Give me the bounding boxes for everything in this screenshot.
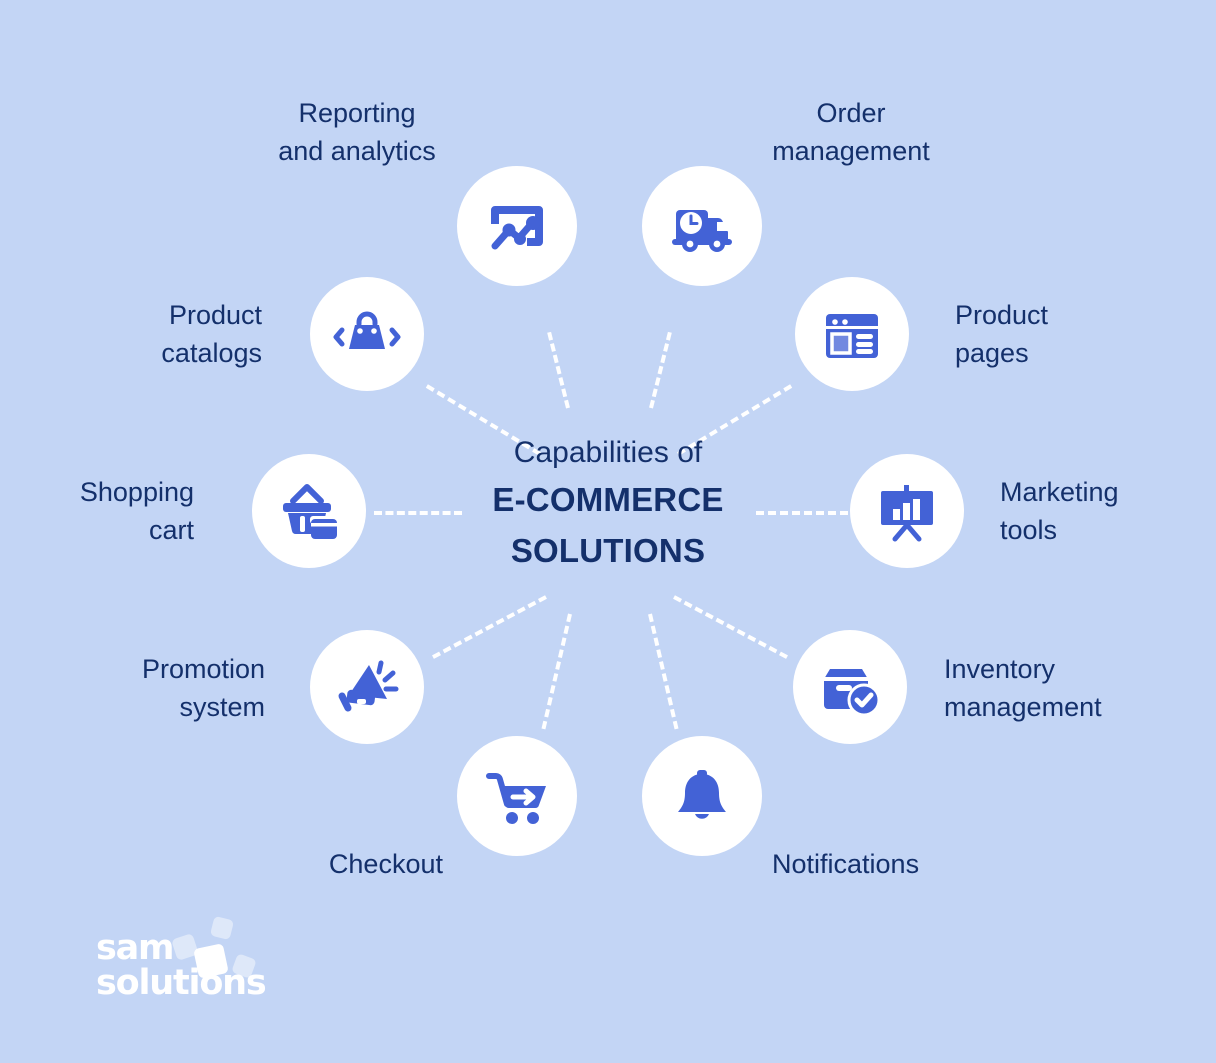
node-label-promotion-system: Promotion system	[141, 654, 265, 722]
center-label-group: Capabilities of E-COMMERCE SOLUTIONS	[408, 432, 808, 576]
node-circle-notifications[interactable]	[642, 736, 762, 856]
center-title-line1: E-COMMERCE	[492, 481, 724, 518]
connector-line-checkout	[541, 613, 572, 730]
node-label-marketing-tools: Marketing tools	[1000, 477, 1119, 545]
node-circle-shopping-cart[interactable]	[252, 454, 366, 568]
node-label-order-management: Order management	[772, 98, 930, 166]
connector-line-inventory-management	[673, 595, 788, 659]
node-circle-product-catalogs[interactable]	[310, 277, 424, 391]
connector-line-reporting-and-analytics	[547, 331, 570, 409]
node-circle-promotion-system[interactable]	[310, 630, 424, 744]
node-circle-checkout[interactable]	[457, 736, 577, 856]
center-subtitle: Capabilities of	[513, 436, 703, 469]
logo-line-solutions: solutions	[96, 963, 267, 1003]
chart-board-icon	[485, 194, 549, 258]
box-check-icon	[818, 655, 882, 719]
connector-line-notifications	[648, 613, 679, 730]
infographic-canvas: Capabilities of E-COMMERCE SOLUTIONS Rep…	[0, 0, 1216, 1063]
node-label-checkout: Checkout	[328, 849, 443, 879]
delivery-truck-clock-icon	[670, 194, 734, 258]
node-circle-reporting-and-analytics[interactable]	[457, 166, 577, 286]
node-circle-order-management[interactable]	[642, 166, 762, 286]
node-circle-marketing-tools[interactable]	[850, 454, 964, 568]
basket-package-icon	[277, 479, 341, 543]
node-label-product-pages: Product pages	[955, 300, 1049, 368]
node-circle-inventory-management[interactable]	[793, 630, 907, 744]
node-label-product-catalogs: Product catalogs	[161, 300, 262, 368]
connector-line-promotion-system	[432, 595, 547, 659]
node-label-inventory-management: Inventory management	[944, 654, 1102, 722]
sam-solutions-logo[interactable]: sam solutions	[96, 915, 306, 1028]
center-title-line2: SOLUTIONS	[510, 532, 706, 569]
browser-window-icon	[820, 302, 884, 366]
connector-line-order-management	[649, 331, 672, 409]
megaphone-icon	[335, 655, 399, 719]
bell-icon	[670, 764, 734, 828]
node-label-reporting-and-analytics: Reporting and analytics	[278, 98, 436, 166]
node-circle-product-pages[interactable]	[795, 277, 909, 391]
presentation-chart-icon	[875, 479, 939, 543]
logo-line-sam: sam	[96, 928, 175, 968]
node-label-notifications: Notifications	[772, 849, 920, 879]
shopping-bag-carousel-icon	[331, 302, 403, 366]
logo-wordmark: sam solutions	[96, 928, 267, 1003]
cart-arrow-icon	[485, 764, 549, 828]
node-label-shopping-cart: Shopping cart	[79, 477, 194, 545]
